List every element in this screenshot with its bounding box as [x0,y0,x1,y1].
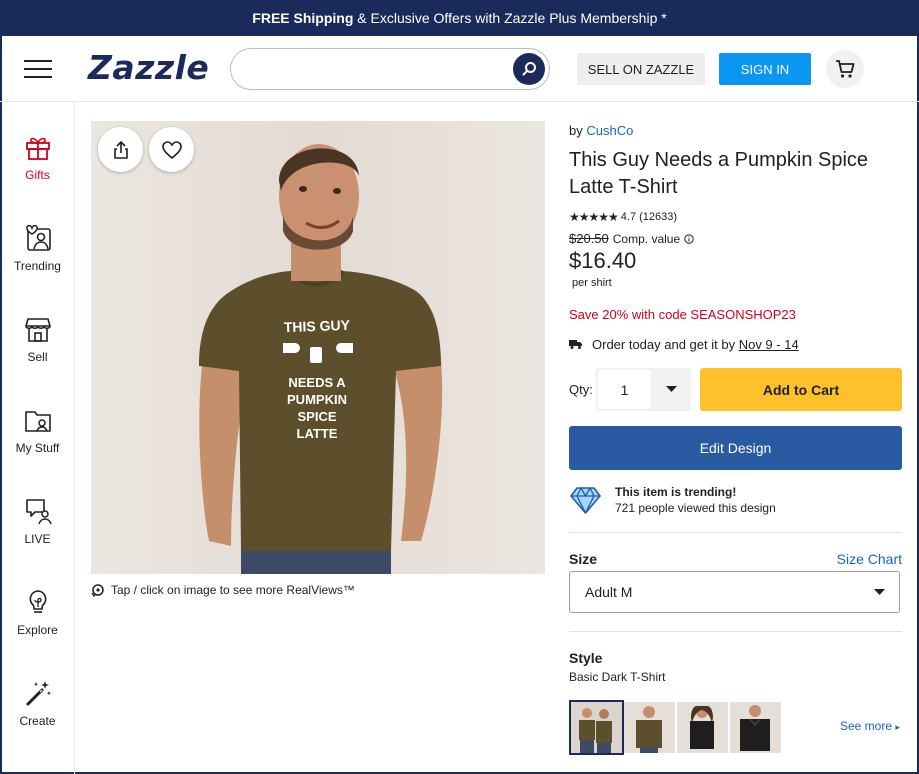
style-option-4[interactable] [730,702,781,753]
sidebar-item-label: Trending [14,259,61,273]
sidebar-item-label: My Stuff [15,441,60,455]
style-option-3[interactable] [677,702,728,753]
search-icon [522,62,536,76]
promo-code-text: Save 20% with code SEASONSHOP23 [569,307,796,322]
share-button[interactable] [98,127,143,172]
shirt-text-line2: NEEDS A [288,375,346,390]
promo-text: & Exclusive Offers with Zazzle Plus Memb… [353,10,667,26]
sidebar-item-sell[interactable]: Sell [0,315,75,385]
search-input[interactable] [247,59,507,81]
delivery-estimate: Order today and get it by Nov 9 - 14 [569,337,799,352]
size-dropdown[interactable]: Adult M [569,571,900,613]
cart-icon [836,60,855,78]
share-icon [113,140,128,159]
comp-value-label: Comp. value [612,231,681,246]
by-label: by [569,123,587,138]
star-rating-icon: ★★★★★ [569,210,619,224]
promo-bold: FREE Shipping [252,10,354,26]
sign-in-button[interactable]: SIGN IN [719,53,811,85]
shirt-text-line4: SPICE [297,409,336,424]
edit-design-button[interactable]: Edit Design [569,426,902,470]
shirt-text-line3: PUMPKIN [287,392,347,407]
diamond-icon [570,487,601,514]
style-label: Style [569,650,603,666]
left-sidebar: Gifts Trending Sell My Stuff LIVE Explor… [0,102,75,774]
thumb-image [624,702,675,753]
folder-icon [24,411,51,432]
byline: by CushCo [569,123,633,138]
chevron-right-icon: ▸ [895,722,900,732]
product-rating[interactable]: ★★★★★ 4.7 (12633) [569,210,677,224]
realview-text: Tap / click on image to see more RealVie… [111,583,355,597]
chevron-down-icon [874,589,885,595]
delivery-date-link[interactable]: Nov 9 - 14 [739,337,799,352]
zazzle-logo[interactable]: Zazzle [88,48,209,87]
hamburger-menu-icon[interactable] [24,60,52,78]
per-unit-label: per shirt [572,277,612,289]
heart-icon [161,140,182,159]
style-option-basic-dark[interactable] [569,700,624,755]
qty-label: Qty: [569,382,593,397]
truck-icon [569,340,582,349]
storefront-icon [24,318,51,342]
product-title: This Guy Needs a Pumpkin Spice Latte T-S… [569,149,869,198]
live-chat-icon [25,499,52,525]
sidebar-item-label: Sell [27,350,48,364]
product-photo: THIS GUY NEEDS A PUMPKIN SPICE LATTE [91,121,545,574]
chevron-down-icon[interactable] [666,386,677,392]
info-icon[interactable] [684,233,694,244]
sidebar-item-label: LIVE [24,532,51,546]
thumb-image [571,702,622,753]
realview-hint[interactable]: Tap / click on image to see more RealVie… [91,583,355,597]
old-price: $20.50 [569,231,609,246]
quantity-input[interactable]: 1 [598,370,651,409]
favorite-button[interactable] [149,127,194,172]
sidebar-item-trending[interactable]: Trending [0,224,75,294]
divider [569,532,902,533]
quantity-selector: 1 [596,368,691,411]
promo-banner[interactable]: FREE Shipping & Exclusive Offers with Za… [0,0,919,36]
style-value: Basic Dark T-Shirt [569,670,666,684]
trending-views: 721 people viewed this design [615,501,776,515]
rotate-view-icon [91,584,104,597]
header: Zazzle SELL ON ZAZZLE SIGN IN [0,36,919,102]
rating-value: 4.7 [620,211,637,223]
cart-button[interactable] [826,50,864,88]
size-value: Adult M [585,584,633,600]
price: $16.40 [569,248,637,273]
sidebar-item-my-stuff[interactable]: My Stuff [0,406,75,476]
lightbulb-icon [28,590,47,613]
trending-notice: This item is trending! 721 people viewed… [569,485,776,515]
search-button[interactable] [513,53,545,85]
thumb-image [730,702,781,753]
see-more-link[interactable]: See more ▸ [840,719,900,733]
search-bar [230,48,550,90]
magic-wand-icon [26,681,51,706]
gift-icon [25,137,50,160]
sidebar-item-live[interactable]: LIVE [0,497,75,567]
size-chart-link[interactable]: Size Chart [837,551,902,567]
divider [569,631,902,632]
add-to-cart-button[interactable]: Add to Cart [700,368,902,411]
sidebar-item-gifts[interactable]: Gifts [0,133,75,203]
thumb-image [677,702,728,753]
sidebar-item-label: Create [19,714,56,728]
delivery-prefix: Order today and get it by [592,337,739,352]
sidebar-item-create[interactable]: Create [0,679,75,749]
review-count: (12633) [639,211,678,223]
shirt-text-line5: LATTE [297,426,338,441]
style-option-2[interactable] [624,702,675,753]
shirt-text-line1: THIS GUY [284,317,351,335]
see-more-label: See more [840,719,893,733]
size-label: Size [569,551,598,567]
sidebar-item-label: Explore [17,623,58,637]
comparison-price: $20.50 Comp. value [569,231,694,246]
sidebar-item-explore[interactable]: Explore [0,588,75,658]
sell-on-zazzle-button[interactable]: SELL ON ZAZZLE [577,53,705,85]
trending-title: This item is trending! [615,485,737,499]
sidebar-item-label: Gifts [25,168,50,182]
seller-link[interactable]: CushCo [586,123,633,138]
product-image[interactable]: THIS GUY NEEDS A PUMPKIN SPICE LATTE [91,121,545,574]
trending-icon [25,224,51,251]
